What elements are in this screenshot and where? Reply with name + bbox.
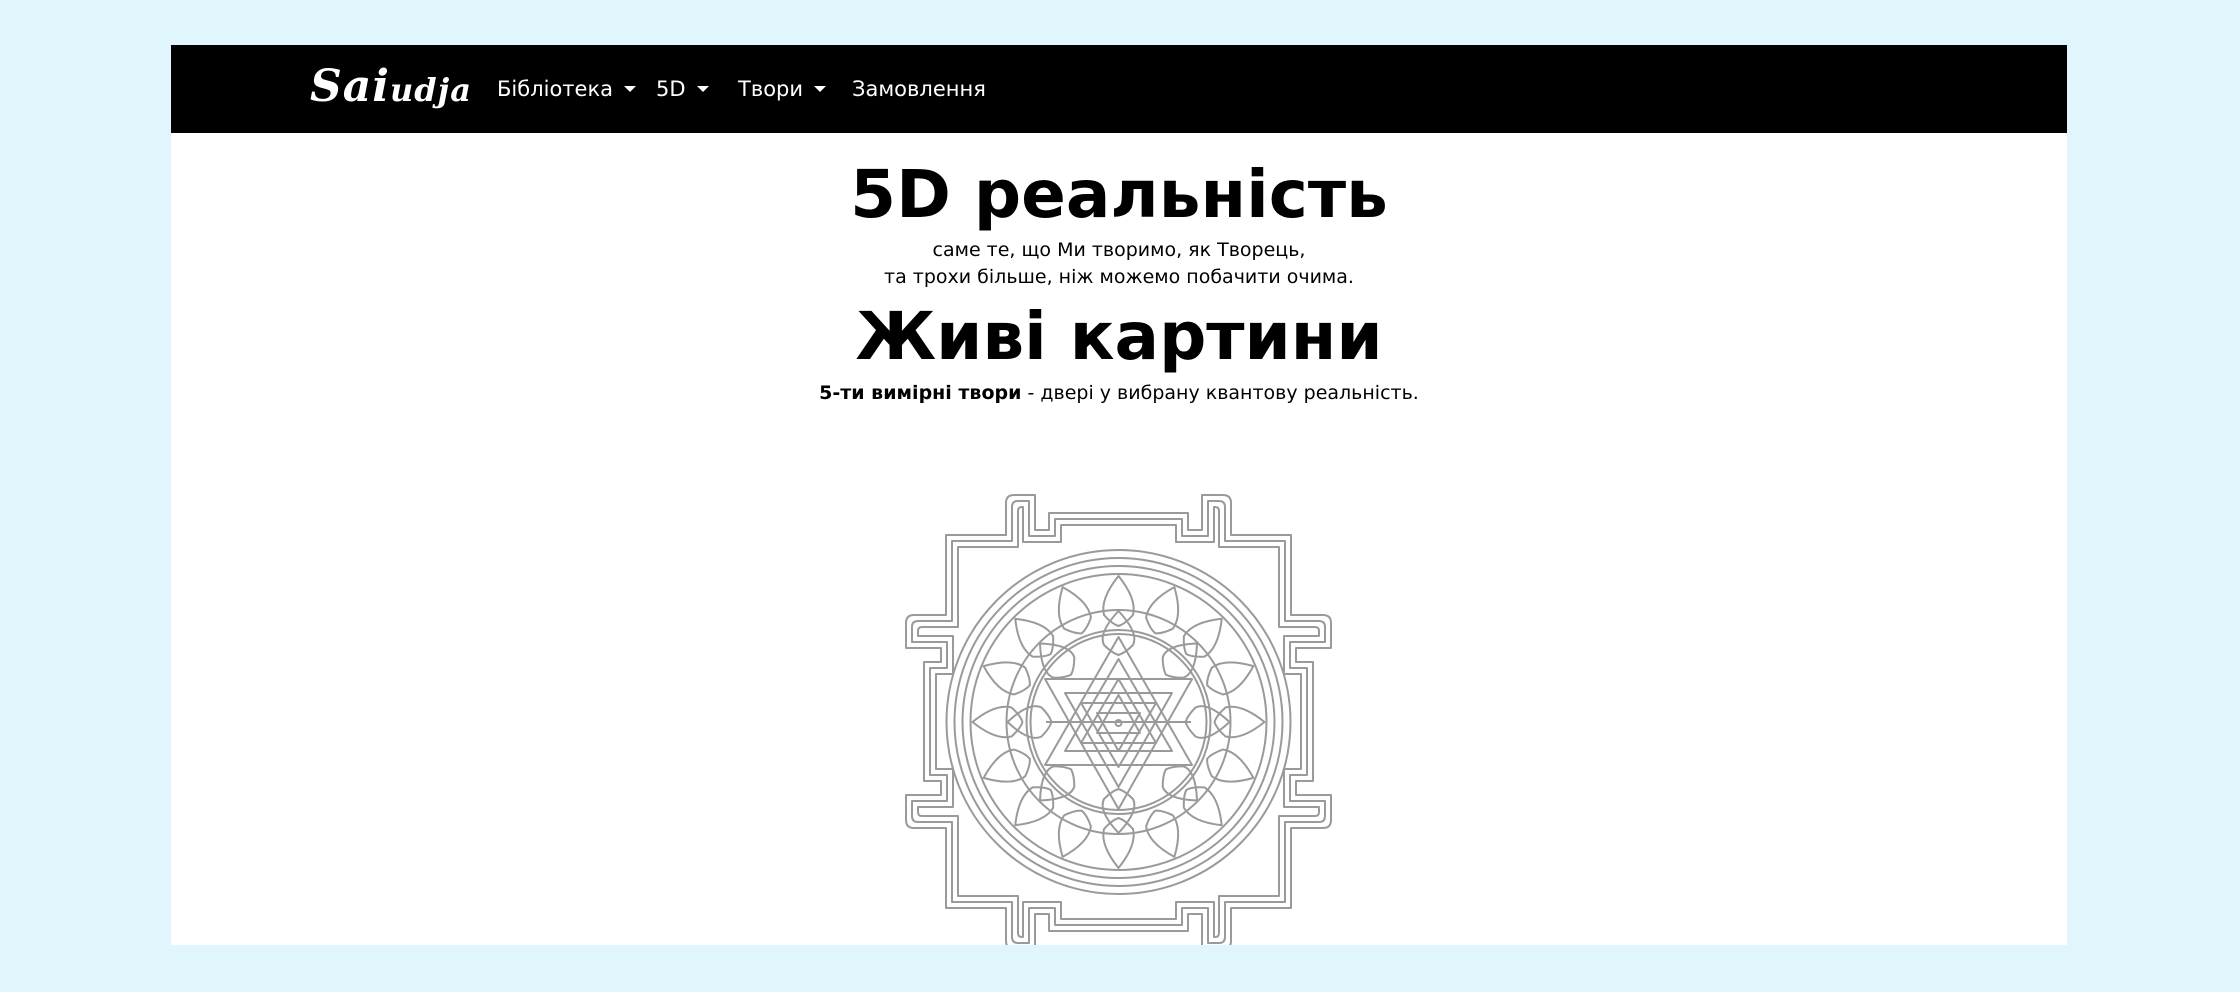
sri-yantra-mandala-icon: [905, 494, 1332, 945]
nav-item-label: 5D: [656, 77, 686, 101]
brand-text-small: udja: [390, 71, 472, 109]
nav-item-orders[interactable]: Замовлення: [852, 45, 986, 133]
tagline: 5-ти вимірні твори - двері у вибрану ква…: [171, 380, 2067, 407]
brand-logo[interactable]: Saiudja: [310, 57, 472, 117]
nav-item-label: Замовлення: [852, 77, 986, 101]
nav-item-label: Твори: [738, 77, 804, 101]
subtitle-line-2: та трохи більше, ніж можемо побачити очи…: [884, 266, 1354, 288]
nav-item-label: Бібліотека: [497, 77, 614, 101]
caret-down-icon: [696, 86, 709, 92]
brand-text-big: Sai: [310, 61, 390, 112]
page-title: 5D реальність: [850, 156, 1388, 233]
tagline-bold: 5-ти вимірні твори: [819, 382, 1022, 404]
page-container: Saiudja Бібліотека 5D Твори Замовлення 5…: [171, 45, 2067, 945]
nav-item-library[interactable]: Бібліотека: [497, 45, 637, 133]
tagline-text: - двері у вибрану квантову реальність.: [1021, 382, 1419, 404]
nav-item-works[interactable]: Твори: [738, 45, 827, 133]
nav-item-5d[interactable]: 5D: [656, 45, 709, 133]
caret-down-icon: [624, 86, 637, 92]
section-title: Живі картини: [855, 298, 1383, 375]
subtitle-line-1: саме те, що Ми творимо, як Творець,: [932, 239, 1306, 261]
caret-down-icon: [814, 86, 827, 92]
navbar: Saiudja Бібліотека 5D Твори Замовлення: [171, 45, 2067, 133]
